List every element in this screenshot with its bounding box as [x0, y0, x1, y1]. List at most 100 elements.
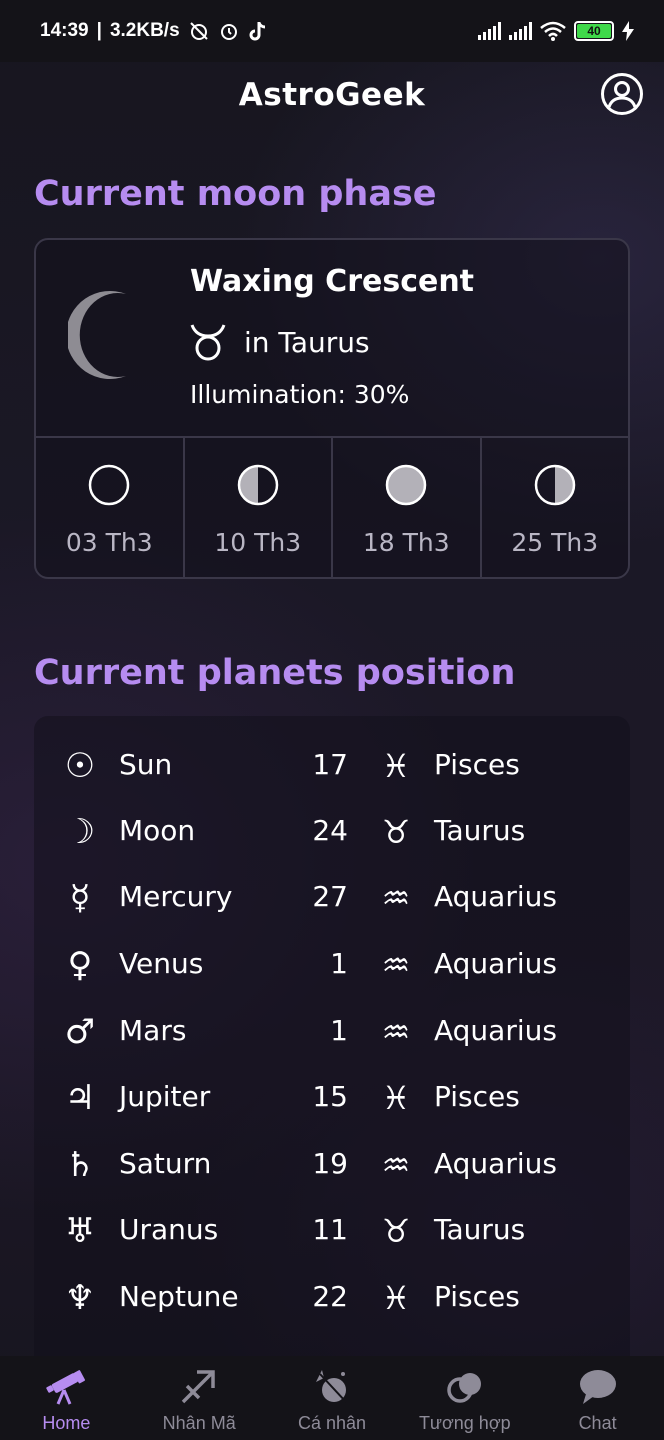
compatibility-icon — [447, 1373, 481, 1403]
planet-row-uranus[interactable]: ♅ Uranus 11 ♉ Taurus — [34, 1199, 630, 1265]
planet-degree: 22 — [312, 1280, 348, 1313]
status-separator: | — [96, 20, 102, 41]
planet-degree: 19 — [312, 1147, 348, 1180]
signal-icon — [509, 22, 532, 40]
planet-degree: 1 — [330, 947, 348, 980]
upcoming-phase-item[interactable]: 18 Th3 — [333, 438, 482, 577]
full-moon-icon — [386, 464, 427, 506]
planet-name: Mars — [119, 1014, 187, 1047]
upcoming-phase-item[interactable]: 03 Th3 — [36, 438, 185, 577]
signal-icon — [478, 22, 501, 40]
waxing-crescent-icon — [68, 291, 126, 379]
taurus-icon — [190, 324, 226, 361]
upcoming-phase-item[interactable]: 10 Th3 — [185, 438, 333, 577]
wifi-icon — [540, 21, 566, 41]
planet-sign: Pisces — [434, 1280, 520, 1313]
planet-sign: Pisces — [434, 1080, 520, 1113]
upcoming-phase-item[interactable]: 25 Th3 — [482, 438, 629, 577]
aquarius-icon: ♒ — [381, 946, 411, 984]
battery-icon: 40 — [574, 21, 614, 41]
planet-name: Moon — [119, 814, 196, 847]
planets-section-title: Current planets position — [34, 653, 516, 693]
moon-illumination: Illumination: 30% — [190, 380, 410, 409]
planet-row-mercury[interactable]: ☿ Mercury 27 ♒ Aquarius — [34, 866, 630, 932]
upcoming-phases: 03 Th3 10 Th3 18 Th3 25 Th3 — [36, 438, 629, 577]
status-right: 40 — [478, 21, 634, 41]
planet-row-jupiter[interactable]: ♃ Jupiter 15 ♓ Pisces — [34, 1066, 630, 1132]
moon-icon: ☽ — [64, 812, 96, 852]
phase-date: 25 Th3 — [511, 528, 599, 557]
last-quarter-icon — [534, 464, 575, 506]
nav-item-home[interactable]: Home — [0, 1356, 133, 1440]
moon-sign-text: in Taurus — [244, 325, 370, 359]
uranus-icon: ♅ — [64, 1211, 96, 1251]
planet-row-moon[interactable]: ☽ Moon 24 ♉ Taurus — [34, 800, 630, 866]
venus-icon: ♀ — [67, 945, 93, 985]
planet-sign: Aquarius — [434, 947, 557, 980]
planet-sign: Aquarius — [434, 1014, 557, 1047]
tiktok-icon — [249, 22, 265, 41]
planet-name: Saturn — [119, 1147, 212, 1180]
planet-row-saturn[interactable]: ♄ Saturn 19 ♒ Aquarius — [34, 1133, 630, 1199]
jupiter-icon: ♃ — [64, 1078, 96, 1118]
nav-item-sagittarius[interactable]: Nhân Mã — [133, 1356, 266, 1440]
planet-name: Venus — [119, 947, 204, 980]
planet-degree: 24 — [312, 814, 348, 847]
mercury-icon: ☿ — [69, 878, 91, 918]
nav-item-chat[interactable]: Chat — [531, 1356, 664, 1440]
aquarius-icon: ♒ — [381, 1146, 411, 1184]
alarm-off-icon — [189, 22, 208, 40]
aquarius-icon: ♒ — [381, 1013, 411, 1051]
alarm-icon — [220, 24, 237, 40]
phase-date: 18 Th3 — [362, 528, 450, 557]
status-network-speed: 3.2KB/s — [109, 20, 180, 41]
saturn-icon: ♄ — [64, 1145, 96, 1185]
planet-sign: Aquarius — [434, 880, 557, 913]
taurus-icon: ♉ — [381, 813, 411, 851]
planet-name: Sun — [119, 748, 173, 781]
moon-sign-line: in Taurus — [190, 322, 370, 362]
personal-chart-icon — [315, 1370, 347, 1403]
aquarius-icon: ♒ — [381, 879, 411, 917]
planet-name: Uranus — [119, 1213, 219, 1246]
planet-row-mars[interactable]: ♂ Mars 1 ♒ Aquarius — [34, 1000, 630, 1066]
phase-date: 03 Th3 — [65, 528, 153, 557]
moon-phase-card[interactable]: Waxing Crescent in Taurus Illumination: … — [34, 238, 630, 579]
nav-label: Cá nhân — [297, 1413, 367, 1433]
planet-row-neptune[interactable]: ♆ Neptune 22 ♓ Pisces — [34, 1266, 630, 1332]
planet-name: Neptune — [119, 1280, 239, 1313]
sagittarius-icon — [181, 1370, 215, 1404]
nav-item-personal[interactable]: Cá nhân — [266, 1356, 399, 1440]
app-title: AstroGeek — [238, 77, 426, 113]
moon-phase-summary: Waxing Crescent in Taurus Illumination: … — [36, 240, 628, 438]
planet-sign: Pisces — [434, 748, 520, 781]
planet-sign: Taurus — [434, 1213, 526, 1246]
planet-row-sun[interactable]: ☉ Sun 17 ♓ Pisces — [34, 734, 630, 800]
user-circle-icon[interactable] — [600, 72, 644, 116]
phase-date: 10 Th3 — [214, 528, 302, 557]
status-left: 14:39 | 3.2KB/s — [40, 20, 268, 42]
planets-position-card: ☉ Sun 17 ♓ Pisces ☽ Moon 24 ♉ Taurus ☿ M… — [34, 716, 630, 1376]
battery-level: 40 — [577, 24, 611, 38]
pisces-icon: ♓ — [381, 747, 411, 785]
planet-sign: Taurus — [434, 814, 526, 847]
status-bar: 14:39 | 3.2KB/s 40 — [0, 0, 664, 62]
taurus-icon: ♉ — [381, 1212, 411, 1250]
pisces-icon: ♓ — [381, 1079, 411, 1117]
nav-label: Home — [42, 1413, 91, 1433]
moon-section-title: Current moon phase — [34, 174, 437, 214]
planet-row-venus[interactable]: ♀ Venus 1 ♒ Aquarius — [34, 933, 630, 999]
app-header: AstroGeek — [0, 62, 664, 128]
new-moon-icon — [89, 464, 130, 506]
charging-icon — [622, 21, 634, 41]
mars-icon: ♂ — [64, 1012, 96, 1052]
planet-degree: 17 — [312, 748, 348, 781]
planet-degree: 11 — [312, 1213, 348, 1246]
planet-degree: 27 — [312, 880, 348, 913]
planet-degree: 1 — [330, 1014, 348, 1047]
nav-item-compatibility[interactable]: Tương hợp — [398, 1356, 531, 1440]
nav-label: Nhân Mã — [162, 1413, 236, 1433]
bottom-nav: Home Nhân Mã Cá nhân Tương hợp Chat — [0, 1356, 664, 1440]
planet-degree: 15 — [312, 1080, 348, 1113]
planet-sign: Aquarius — [434, 1147, 557, 1180]
